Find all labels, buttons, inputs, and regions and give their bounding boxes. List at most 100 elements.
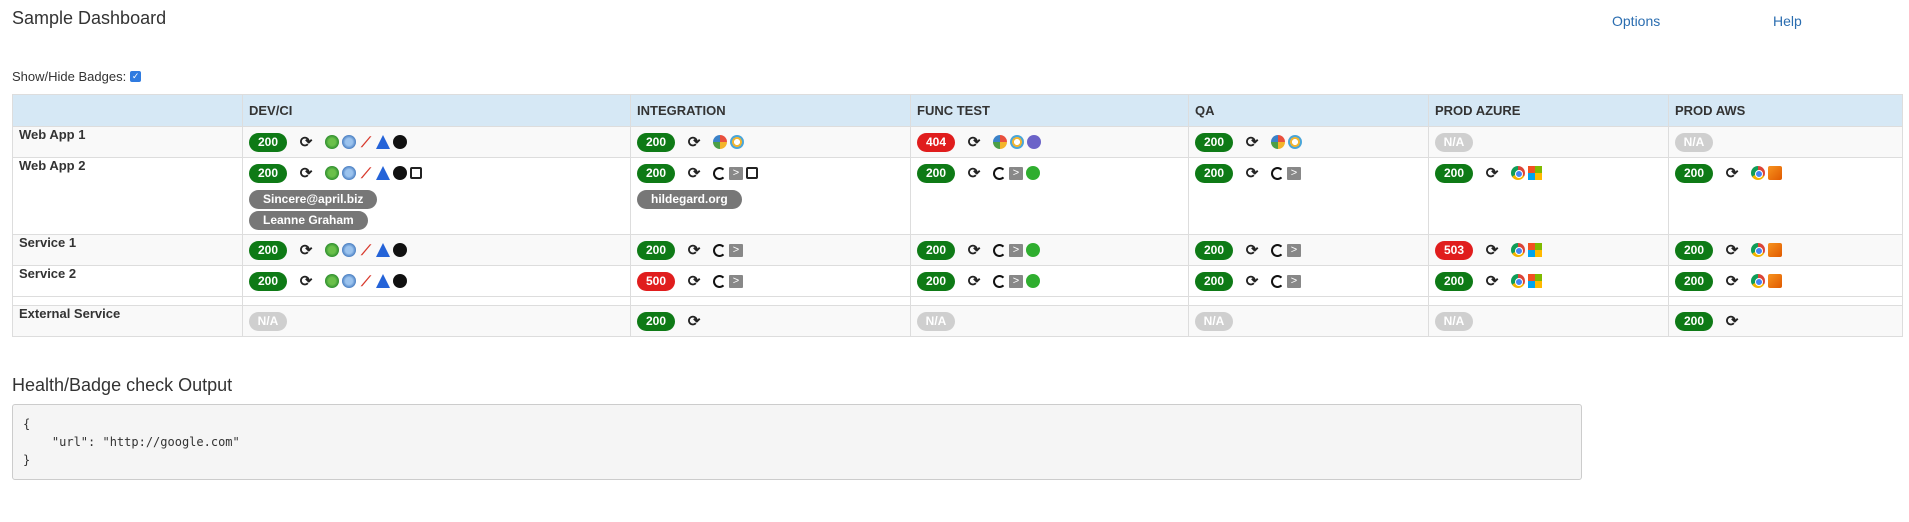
status-badge[interactable]: 200 [249,163,287,183]
microsoft-icon[interactable] [1528,166,1542,180]
refresh-icon[interactable]: ⟳ [1485,273,1499,290]
status-badge[interactable]: N/A [249,311,287,331]
terminal-icon[interactable]: > [1287,274,1301,288]
refresh-icon[interactable]: ⟳ [1245,273,1259,290]
status-badge[interactable]: 200 [637,132,675,152]
refresh-icon[interactable]: ⟳ [1725,242,1739,259]
refresh-icon[interactable]: ⟳ [1245,242,1259,259]
status-badge[interactable]: 200 [1195,271,1233,291]
slash-icon[interactable]: ⟋ [359,135,373,149]
refresh-icon[interactable]: ⟳ [1725,313,1739,330]
box-icon[interactable] [746,167,758,179]
status-badge[interactable]: 404 [917,132,955,152]
status-badge[interactable]: 200 [1435,163,1473,183]
chrome-icon[interactable] [1751,274,1765,288]
microsoft-icon[interactable] [1528,243,1542,257]
refresh-icon[interactable]: ⟳ [967,165,981,182]
terminal-icon[interactable]: > [1287,243,1301,257]
refresh-icon[interactable]: ⟳ [299,165,313,182]
status-badge[interactable]: 200 [1675,163,1713,183]
terminal-icon[interactable]: > [1009,166,1023,180]
status-badge[interactable]: 500 [637,271,675,291]
hook-icon[interactable] [713,166,726,180]
status-badge[interactable]: 200 [917,240,955,260]
status-badge[interactable]: 200 [1195,240,1233,260]
status-badge[interactable]: 200 [637,311,675,331]
nav-options-link[interactable]: Options [1612,13,1660,29]
github-icon[interactable] [393,274,407,288]
status-badge[interactable]: 200 [637,163,675,183]
slash-icon[interactable]: ⟋ [359,274,373,288]
ring-icon[interactable] [1288,135,1302,149]
chrome-icon[interactable] [1511,166,1525,180]
refresh-icon[interactable]: ⟳ [1485,165,1499,182]
triangle-icon[interactable] [376,166,390,180]
hook-icon[interactable] [713,274,726,288]
status-badge[interactable]: N/A [1195,311,1233,331]
chrome-icon[interactable] [1511,274,1525,288]
refresh-icon[interactable]: ⟳ [1245,165,1259,182]
refresh-icon[interactable]: ⟳ [1725,165,1739,182]
refresh-icon[interactable]: ⟳ [299,134,313,151]
status-badge[interactable]: 200 [917,271,955,291]
fan-icon[interactable] [713,135,727,149]
status-badge[interactable]: 200 [1435,271,1473,291]
slash-icon[interactable]: ⟋ [359,243,373,257]
status-badge[interactable]: N/A [1435,311,1473,331]
refresh-icon[interactable]: ⟳ [687,273,701,290]
refresh-icon[interactable]: ⟳ [1485,242,1499,259]
triangle-icon[interactable] [376,135,390,149]
status-badge[interactable]: 200 [249,132,287,152]
terminal-icon[interactable]: > [1287,166,1301,180]
microsoft-icon[interactable] [1528,274,1542,288]
status-badge[interactable]: 200 [1195,132,1233,152]
status-badge[interactable]: 200 [1675,311,1713,331]
ring-icon[interactable] [1010,135,1024,149]
chrome-icon[interactable] [1751,166,1765,180]
refresh-icon[interactable]: ⟳ [1725,273,1739,290]
refresh-icon[interactable]: ⟳ [967,242,981,259]
refresh-icon[interactable]: ⟳ [299,273,313,290]
fan-icon[interactable] [993,135,1007,149]
refresh-icon[interactable]: ⟳ [687,313,701,330]
world-icon[interactable] [342,135,356,149]
refresh-icon[interactable]: ⟳ [967,273,981,290]
refresh-icon[interactable]: ⟳ [687,134,701,151]
terminal-icon[interactable]: > [1009,243,1023,257]
hook-icon[interactable] [713,243,726,257]
status-badge[interactable]: N/A [917,311,955,331]
hook-icon[interactable] [993,243,1006,257]
chrome-icon[interactable] [1751,243,1765,257]
refresh-icon[interactable]: ⟳ [967,134,981,151]
purple-icon[interactable] [1027,135,1041,149]
triangle-icon[interactable] [376,243,390,257]
ring-icon[interactable] [730,135,744,149]
terminal-icon[interactable]: > [729,243,743,257]
status-badge[interactable]: 200 [249,240,287,260]
status-badge[interactable]: 200 [1675,240,1713,260]
triangle-icon[interactable] [376,274,390,288]
aws-icon[interactable] [1768,274,1782,288]
hook-icon[interactable] [993,166,1006,180]
hook-icon[interactable] [993,274,1006,288]
chrome-icon[interactable] [1511,243,1525,257]
status-badge[interactable]: 200 [1195,163,1233,183]
terminal-icon[interactable]: > [729,166,743,180]
globe-icon[interactable] [325,166,339,180]
aws-icon[interactable] [1768,166,1782,180]
globe-icon[interactable] [325,243,339,257]
refresh-icon[interactable]: ⟳ [1245,134,1259,151]
fan-icon[interactable] [1271,135,1285,149]
globe-icon[interactable] [325,274,339,288]
status-badge[interactable]: N/A [1675,132,1713,152]
green-icon[interactable] [1026,274,1040,288]
status-badge[interactable]: N/A [1435,132,1473,152]
github-icon[interactable] [393,135,407,149]
terminal-icon[interactable]: > [1009,274,1023,288]
terminal-icon[interactable]: > [729,274,743,288]
hook-icon[interactable] [1271,243,1284,257]
aws-icon[interactable] [1768,243,1782,257]
refresh-icon[interactable]: ⟳ [687,242,701,259]
nav-help-link[interactable]: Help [1773,13,1802,29]
slash-icon[interactable]: ⟋ [359,166,373,180]
